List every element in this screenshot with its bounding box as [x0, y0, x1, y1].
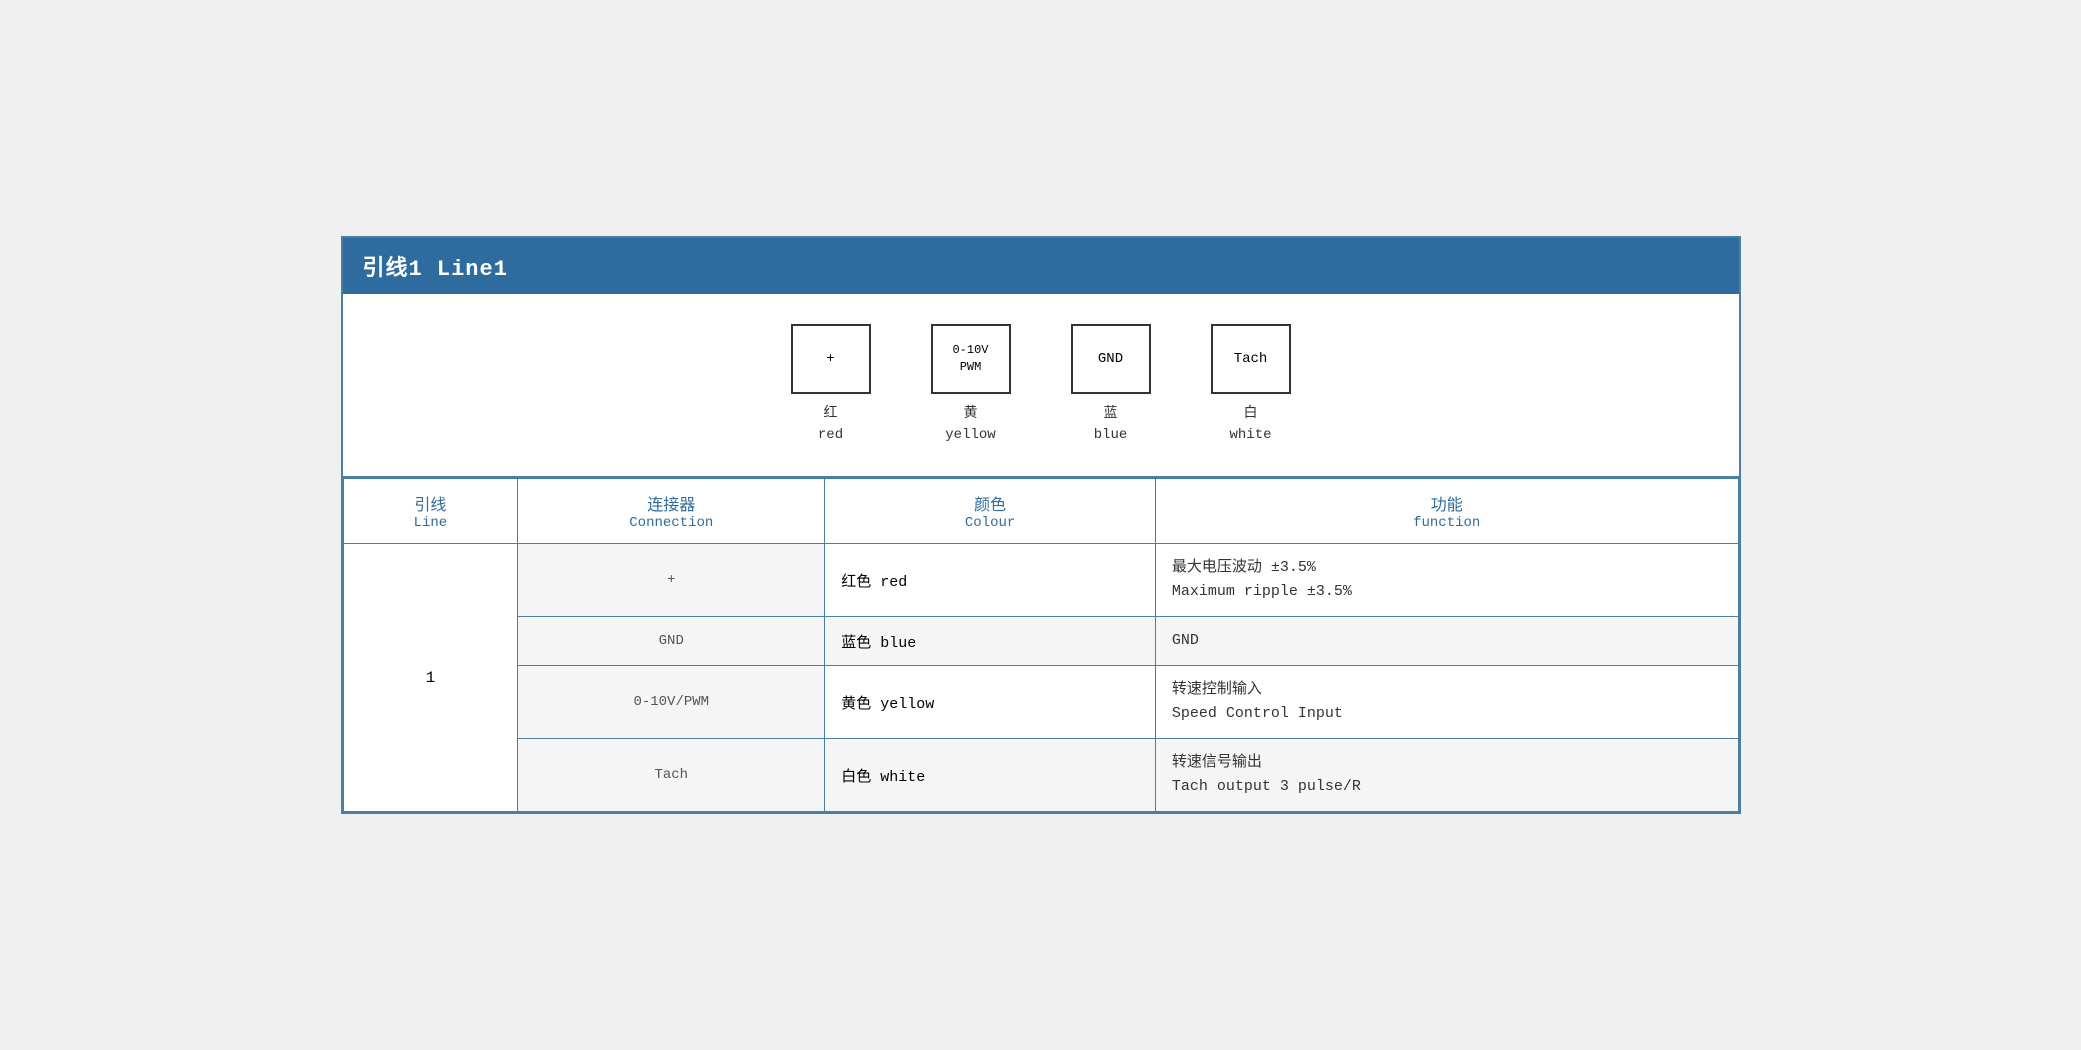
connector-box-pwm: 0-10VPWM	[931, 324, 1011, 394]
col-header-line-en: Line	[360, 515, 502, 531]
connector-zh-red: 红	[818, 404, 843, 425]
col-header-colour-zh: 颜色	[841, 491, 1139, 515]
connector-box-gnd: GND	[1071, 324, 1151, 394]
colour-yellow: 黄色 yellow	[825, 666, 1156, 739]
connector-label-gnd: 蓝 blue	[1094, 404, 1128, 446]
connector-zh-white: 白	[1229, 404, 1271, 425]
connector-en-yellow: yellow	[945, 425, 995, 446]
function-tach: 转速信号输出 Tach output 3 pulse/R	[1155, 739, 1738, 812]
connector-box-tach: Tach	[1211, 324, 1291, 394]
table-row: Tach 白色 white 转速信号输出 Tach output 3 pulse…	[343, 739, 1738, 812]
function-ripple-zh: 最大电压波动 ±3.5%	[1172, 556, 1722, 580]
function-tach-en: Tach output 3 pulse/R	[1172, 775, 1722, 799]
connector-zh-yellow: 黄	[945, 404, 995, 425]
connector-symbol-plus: +	[826, 351, 834, 367]
connector-en-red: red	[818, 425, 843, 446]
connection-gnd: GND	[518, 617, 825, 666]
connector-row: + 红 red 0-10VPWM 黄 yellow GND	[363, 324, 1719, 446]
col-header-function: 功能 function	[1155, 479, 1738, 544]
connector-pwm: 0-10VPWM 黄 yellow	[931, 324, 1011, 446]
table-row: 0-10V/PWM 黄色 yellow 转速控制输入 Speed Control…	[343, 666, 1738, 739]
connector-en-blue: blue	[1094, 425, 1128, 446]
main-container: 引线1 Line1 + 红 red 0-10VPWM 黄 yellow	[341, 236, 1741, 814]
connector-symbol-tach: Tach	[1234, 351, 1268, 367]
colour-blue: 蓝色 blue	[825, 617, 1156, 666]
col-header-line-zh: 引线	[360, 491, 502, 515]
table-section: 引线 Line 连接器 Connection 颜色 Colour 功能 func…	[343, 478, 1739, 812]
col-header-connection: 连接器 Connection	[518, 479, 825, 544]
section-header: 引线1 Line1	[343, 238, 1739, 294]
connector-tach: Tach 白 white	[1211, 324, 1291, 446]
function-gnd: GND	[1155, 617, 1738, 666]
connector-label-tach: 白 white	[1229, 404, 1271, 446]
connector-symbol-pwm: 0-10VPWM	[952, 342, 988, 376]
col-header-line: 引线 Line	[343, 479, 518, 544]
connection-pwm: 0-10V/PWM	[518, 666, 825, 739]
connector-label-pwm: 黄 yellow	[945, 404, 995, 446]
function-speed-zh: 转速控制输入	[1172, 678, 1722, 702]
connector-box-plus: +	[791, 324, 871, 394]
connection-tach: Tach	[518, 739, 825, 812]
connector-label-plus: 红 red	[818, 404, 843, 446]
function-ripple-en: Maximum ripple ±3.5%	[1172, 580, 1722, 604]
col-header-connection-zh: 连接器	[534, 491, 808, 515]
diagram-section: + 红 red 0-10VPWM 黄 yellow GND	[343, 294, 1739, 478]
line-number-1: 1	[343, 544, 518, 812]
table-header-row: 引线 Line 连接器 Connection 颜色 Colour 功能 func…	[343, 479, 1738, 544]
colour-red: 红色 red	[825, 544, 1156, 617]
connector-symbol-gnd: GND	[1098, 351, 1123, 367]
colour-white: 白色 white	[825, 739, 1156, 812]
col-header-colour: 颜色 Colour	[825, 479, 1156, 544]
table-row: GND 蓝色 blue GND	[343, 617, 1738, 666]
connector-plus: + 红 red	[791, 324, 871, 446]
col-header-colour-en: Colour	[841, 515, 1139, 531]
function-ripple: 最大电压波动 ±3.5% Maximum ripple ±3.5%	[1155, 544, 1738, 617]
connector-zh-blue: 蓝	[1094, 404, 1128, 425]
wire-table: 引线 Line 连接器 Connection 颜色 Colour 功能 func…	[343, 478, 1739, 812]
function-gnd-zh: GND	[1172, 629, 1722, 653]
function-speed: 转速控制输入 Speed Control Input	[1155, 666, 1738, 739]
col-header-connection-en: Connection	[534, 515, 808, 531]
function-speed-en: Speed Control Input	[1172, 702, 1722, 726]
col-header-function-zh: 功能	[1172, 491, 1722, 515]
table-row: 1 + 红色 red 最大电压波动 ±3.5% Maximum ripple ±…	[343, 544, 1738, 617]
function-tach-zh: 转速信号输出	[1172, 751, 1722, 775]
connector-en-white: white	[1229, 425, 1271, 446]
col-header-function-en: function	[1172, 515, 1722, 531]
connector-gnd: GND 蓝 blue	[1071, 324, 1151, 446]
connection-plus: +	[518, 544, 825, 617]
header-title: 引线1 Line1	[363, 257, 508, 282]
